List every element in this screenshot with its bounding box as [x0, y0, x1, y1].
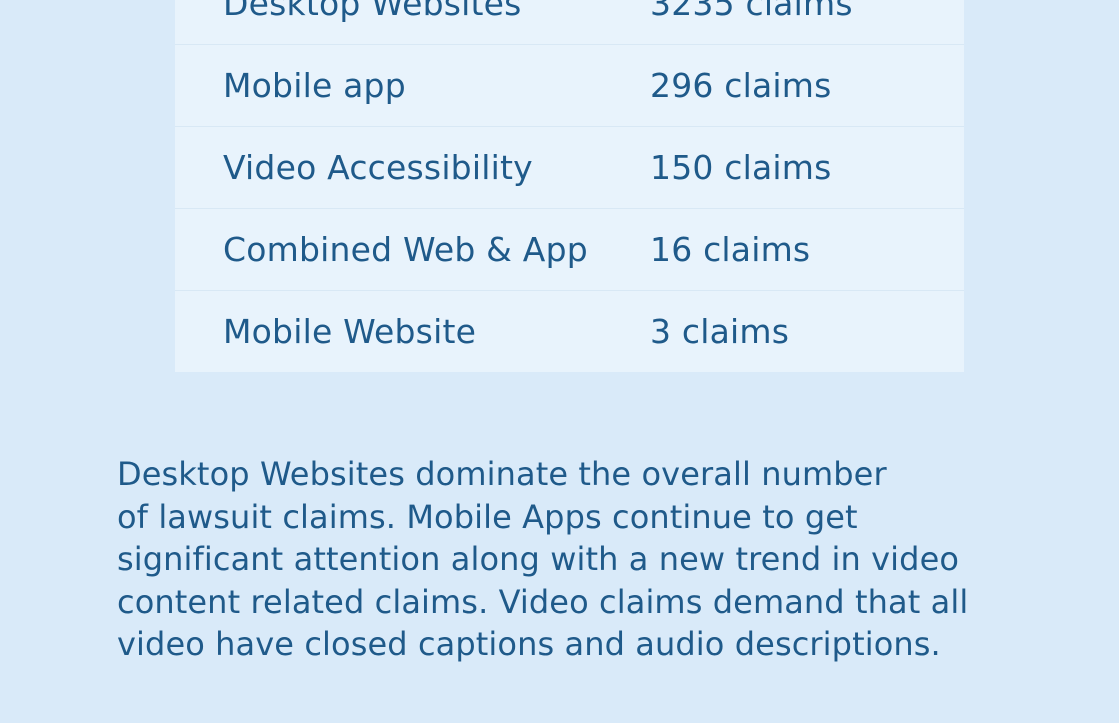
category-cell: Mobile app — [223, 66, 406, 105]
claims-count-cell: 16 claims — [650, 230, 811, 269]
category-cell: Combined Web & App — [223, 230, 588, 269]
summary-line: Desktop Websites dominate the overall nu… — [117, 455, 887, 493]
claims-count-cell: 3235 claims — [650, 0, 853, 23]
summary-line: content related claims. Video claims dem… — [117, 582, 969, 621]
summary-line: significant attention along with a new t… — [117, 540, 960, 579]
table-row: Video Accessibility 150 claims — [175, 126, 964, 208]
table-row: Combined Web & App 16 claims — [175, 208, 964, 290]
summary-line: video have closed captions and audio des… — [117, 625, 941, 664]
claims-count-cell: 150 claims — [650, 148, 832, 187]
category-cell: Mobile Website — [223, 312, 477, 351]
summary-line: of lawsuit claims. Mobile Apps continue … — [117, 497, 858, 536]
summary-paragraph: Desktop Websites dominate the overall nu… — [117, 453, 1037, 666]
claims-table: Desktop Websites 3235 claims Mobile app … — [175, 0, 964, 372]
claims-count-cell: 3 claims — [650, 312, 790, 351]
category-cell: Video Accessibility — [223, 148, 533, 187]
category-cell: Desktop Websites — [223, 0, 522, 23]
table-row: Desktop Websites 3235 claims — [175, 0, 964, 44]
table-row: Mobile Website 3 claims — [175, 290, 964, 372]
table-row: Mobile app 296 claims — [175, 44, 964, 126]
claims-count-cell: 296 claims — [650, 66, 832, 105]
